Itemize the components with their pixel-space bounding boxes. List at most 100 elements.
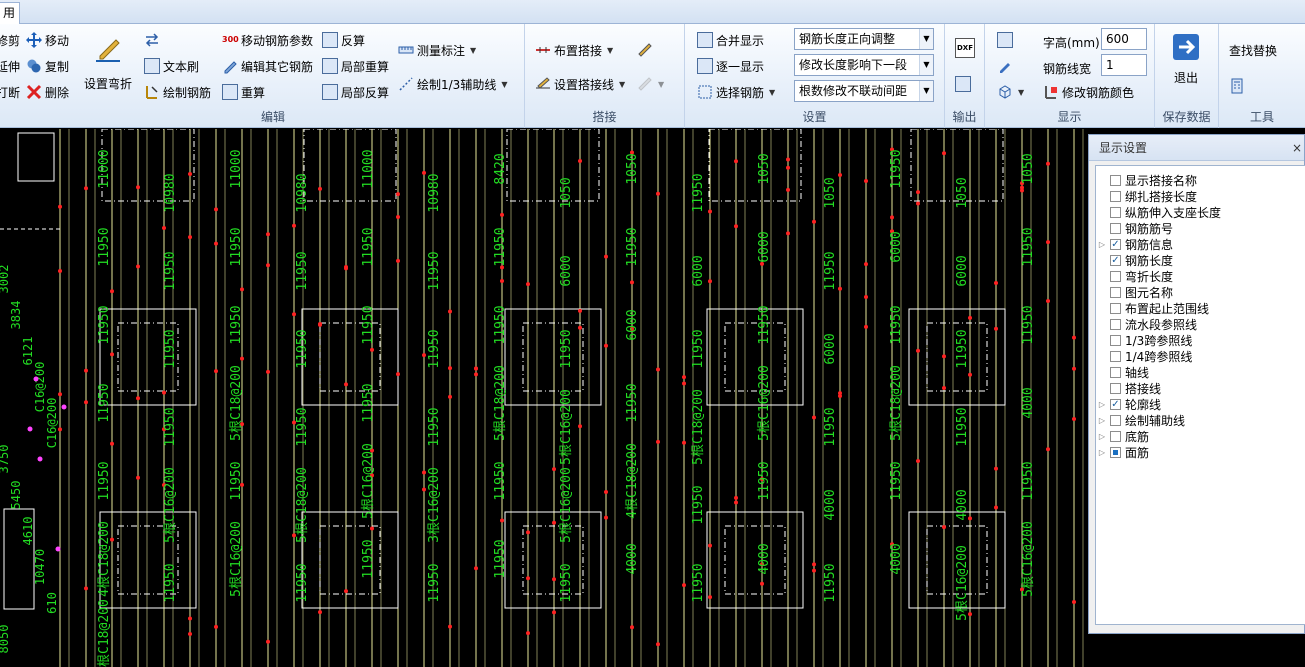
- export-dxf-button[interactable]: DXF: [955, 38, 975, 58]
- merge-display-button[interactable]: 合并显示: [697, 30, 764, 50]
- tree-item-checkbox[interactable]: [1110, 414, 1121, 426]
- tree-item-checkbox[interactable]: [1110, 350, 1121, 362]
- one-by-one-button[interactable]: 逐一显示: [697, 56, 764, 76]
- tree-item[interactable]: 轴线: [1096, 364, 1149, 380]
- 3d-view-button[interactable]: ▼: [997, 82, 1024, 102]
- expand-arrow-icon[interactable]: ▷: [1096, 432, 1108, 441]
- ribbon-tab-current[interactable]: 用: [0, 2, 20, 24]
- font-height-input[interactable]: 600: [1101, 28, 1147, 50]
- rebar-break-marker: [682, 583, 686, 588]
- expand-arrow-icon[interactable]: ▷: [1096, 240, 1108, 249]
- count-spacing-select[interactable]: 根数修改不联动间距 ▼: [794, 80, 934, 102]
- rebar-break-marker: [1046, 161, 1050, 166]
- tree-item-checkbox[interactable]: [1110, 222, 1121, 234]
- tree-item-checkbox[interactable]: [1110, 286, 1121, 298]
- close-icon[interactable]: ×: [1292, 135, 1302, 161]
- tree-item-checkbox[interactable]: ✓: [1110, 398, 1121, 410]
- tree-item[interactable]: 纵筋伸入支座长度: [1096, 204, 1221, 220]
- rebar-break-marker: [552, 467, 556, 472]
- move-params-button[interactable]: 300 移动钢筋参数: [222, 30, 313, 50]
- rebar-label: 5根C16@200: [163, 467, 178, 543]
- tree-item[interactable]: 绑扎搭接长度: [1096, 188, 1197, 204]
- tree-item[interactable]: 钢筋筋号: [1096, 220, 1173, 236]
- left-rebar-label: 10470: [33, 549, 47, 585]
- length-adjust-select[interactable]: 钢筋长度正向调整 ▼: [794, 28, 934, 50]
- tree-item-checkbox[interactable]: [1110, 174, 1121, 186]
- expand-arrow-icon[interactable]: ▷: [1096, 416, 1108, 425]
- tree-item-checkbox[interactable]: [1110, 302, 1121, 314]
- tree-item[interactable]: 图元名称: [1096, 284, 1173, 300]
- set-bend-button[interactable]: 设置弯折: [80, 34, 136, 91]
- rebar-break-marker: [188, 616, 192, 621]
- tree-item-checkbox[interactable]: [1110, 366, 1121, 378]
- display-tool1-button[interactable]: [997, 30, 1013, 50]
- tree-item[interactable]: 流水段参照线: [1096, 316, 1197, 332]
- tree-item[interactable]: 弯折长度: [1096, 268, 1173, 284]
- tree-item[interactable]: ▷ ✓ 轮廓线: [1096, 396, 1161, 412]
- local-inverse-button[interactable]: 局部反算: [322, 82, 389, 102]
- tree-item-checkbox[interactable]: [1110, 382, 1121, 394]
- lap-tool-button[interactable]: [637, 40, 653, 60]
- color-icon: [1043, 84, 1059, 100]
- tree-item-checkbox[interactable]: [1110, 430, 1121, 442]
- line-width-input[interactable]: 1: [1101, 54, 1147, 76]
- export-image-button[interactable]: [955, 74, 971, 94]
- exit-button[interactable]: 退出: [1171, 32, 1201, 88]
- tree-item-checkbox[interactable]: [1110, 270, 1121, 282]
- set-lap-line-button[interactable]: 设置搭接线 ▼: [535, 74, 625, 94]
- local-recalc-button[interactable]: 局部重算: [322, 56, 389, 76]
- display-tool2-button[interactable]: [997, 56, 1013, 76]
- recalc-button[interactable]: 重算: [222, 82, 265, 102]
- expand-arrow-icon[interactable]: ▷: [1096, 448, 1108, 457]
- rebar-break-marker: [578, 325, 582, 330]
- expand-arrow-icon[interactable]: ▷: [1096, 400, 1108, 409]
- brush-icon: [997, 58, 1013, 74]
- rebar-label: 11950: [1021, 305, 1036, 344]
- rebar-label: 4000: [955, 489, 970, 520]
- tree-item[interactable]: 搭接线: [1096, 380, 1161, 396]
- rebar-break-marker: [318, 610, 322, 615]
- place-lap-button[interactable]: 布置搭接 ▼: [535, 40, 613, 60]
- measure-button[interactable]: 测量标注 ▼: [398, 40, 476, 60]
- tree-item[interactable]: ▷ 底筋: [1096, 428, 1149, 444]
- inverse-calc-button[interactable]: 反算: [322, 30, 365, 50]
- find-replace-button[interactable]: 查找替换: [1229, 40, 1277, 60]
- tree-item-checkbox[interactable]: [1110, 206, 1121, 218]
- local-recalc-label: 局部重算: [341, 59, 390, 74]
- change-color-button[interactable]: 修改钢筋颜色: [1043, 82, 1134, 102]
- length-effect-select[interactable]: 修改长度影响下一段 ▼: [794, 54, 934, 76]
- tree-item[interactable]: 1/4跨参照线: [1096, 348, 1192, 364]
- calculator-button[interactable]: [1229, 76, 1245, 96]
- delete-button[interactable]: 删除: [26, 82, 69, 102]
- lap-disabled-button[interactable]: ▼: [637, 74, 664, 94]
- tree-item[interactable]: 1/3跨参照线: [1096, 332, 1192, 348]
- swap-icon-button[interactable]: [144, 30, 160, 50]
- tree-item-label: 钢筋信息: [1125, 237, 1174, 252]
- tree-item-checkbox[interactable]: [1110, 446, 1121, 458]
- tree-item-checkbox[interactable]: [1110, 190, 1121, 202]
- footing-inner-outline: [522, 525, 584, 595]
- tree-item[interactable]: 显示搭接名称: [1096, 172, 1197, 188]
- tree-item-checkbox[interactable]: [1110, 334, 1121, 346]
- tree-item[interactable]: ✓ 钢筋长度: [1096, 252, 1173, 268]
- rebar-label: 11000: [97, 149, 112, 188]
- draw-aux-button[interactable]: 绘制1/3辅助线 ▼: [398, 74, 507, 94]
- tree-item-checkbox[interactable]: ✓: [1110, 238, 1121, 250]
- text-brush-button[interactable]: 文本刷: [144, 56, 199, 76]
- tree-item[interactable]: ▷ ✓ 钢筋信息: [1096, 236, 1173, 252]
- tree-item-checkbox[interactable]: [1110, 318, 1121, 330]
- tree-item-checkbox[interactable]: ✓: [1110, 254, 1121, 266]
- tree-item[interactable]: ▷ 面筋: [1096, 444, 1149, 460]
- rebar-label: 1050: [625, 153, 640, 184]
- extend-button[interactable]: 延伸: [0, 56, 20, 76]
- move-button[interactable]: 移动: [26, 30, 69, 50]
- select-rebar-label: 选择钢筋: [716, 85, 765, 100]
- copy-button[interactable]: 复制: [26, 56, 69, 76]
- edit-other-button[interactable]: 编辑其它钢筋: [222, 56, 313, 76]
- draw-rebar-button[interactable]: 绘制钢筋: [144, 82, 211, 102]
- break-button[interactable]: 打断: [0, 82, 20, 102]
- select-rebar-button[interactable]: 选择钢筋 ▼: [697, 82, 775, 102]
- trim-button[interactable]: 修剪: [0, 30, 20, 50]
- tree-item[interactable]: ▷ 绘制辅助线: [1096, 412, 1185, 428]
- tree-item[interactable]: 布置起止范围线: [1096, 300, 1209, 316]
